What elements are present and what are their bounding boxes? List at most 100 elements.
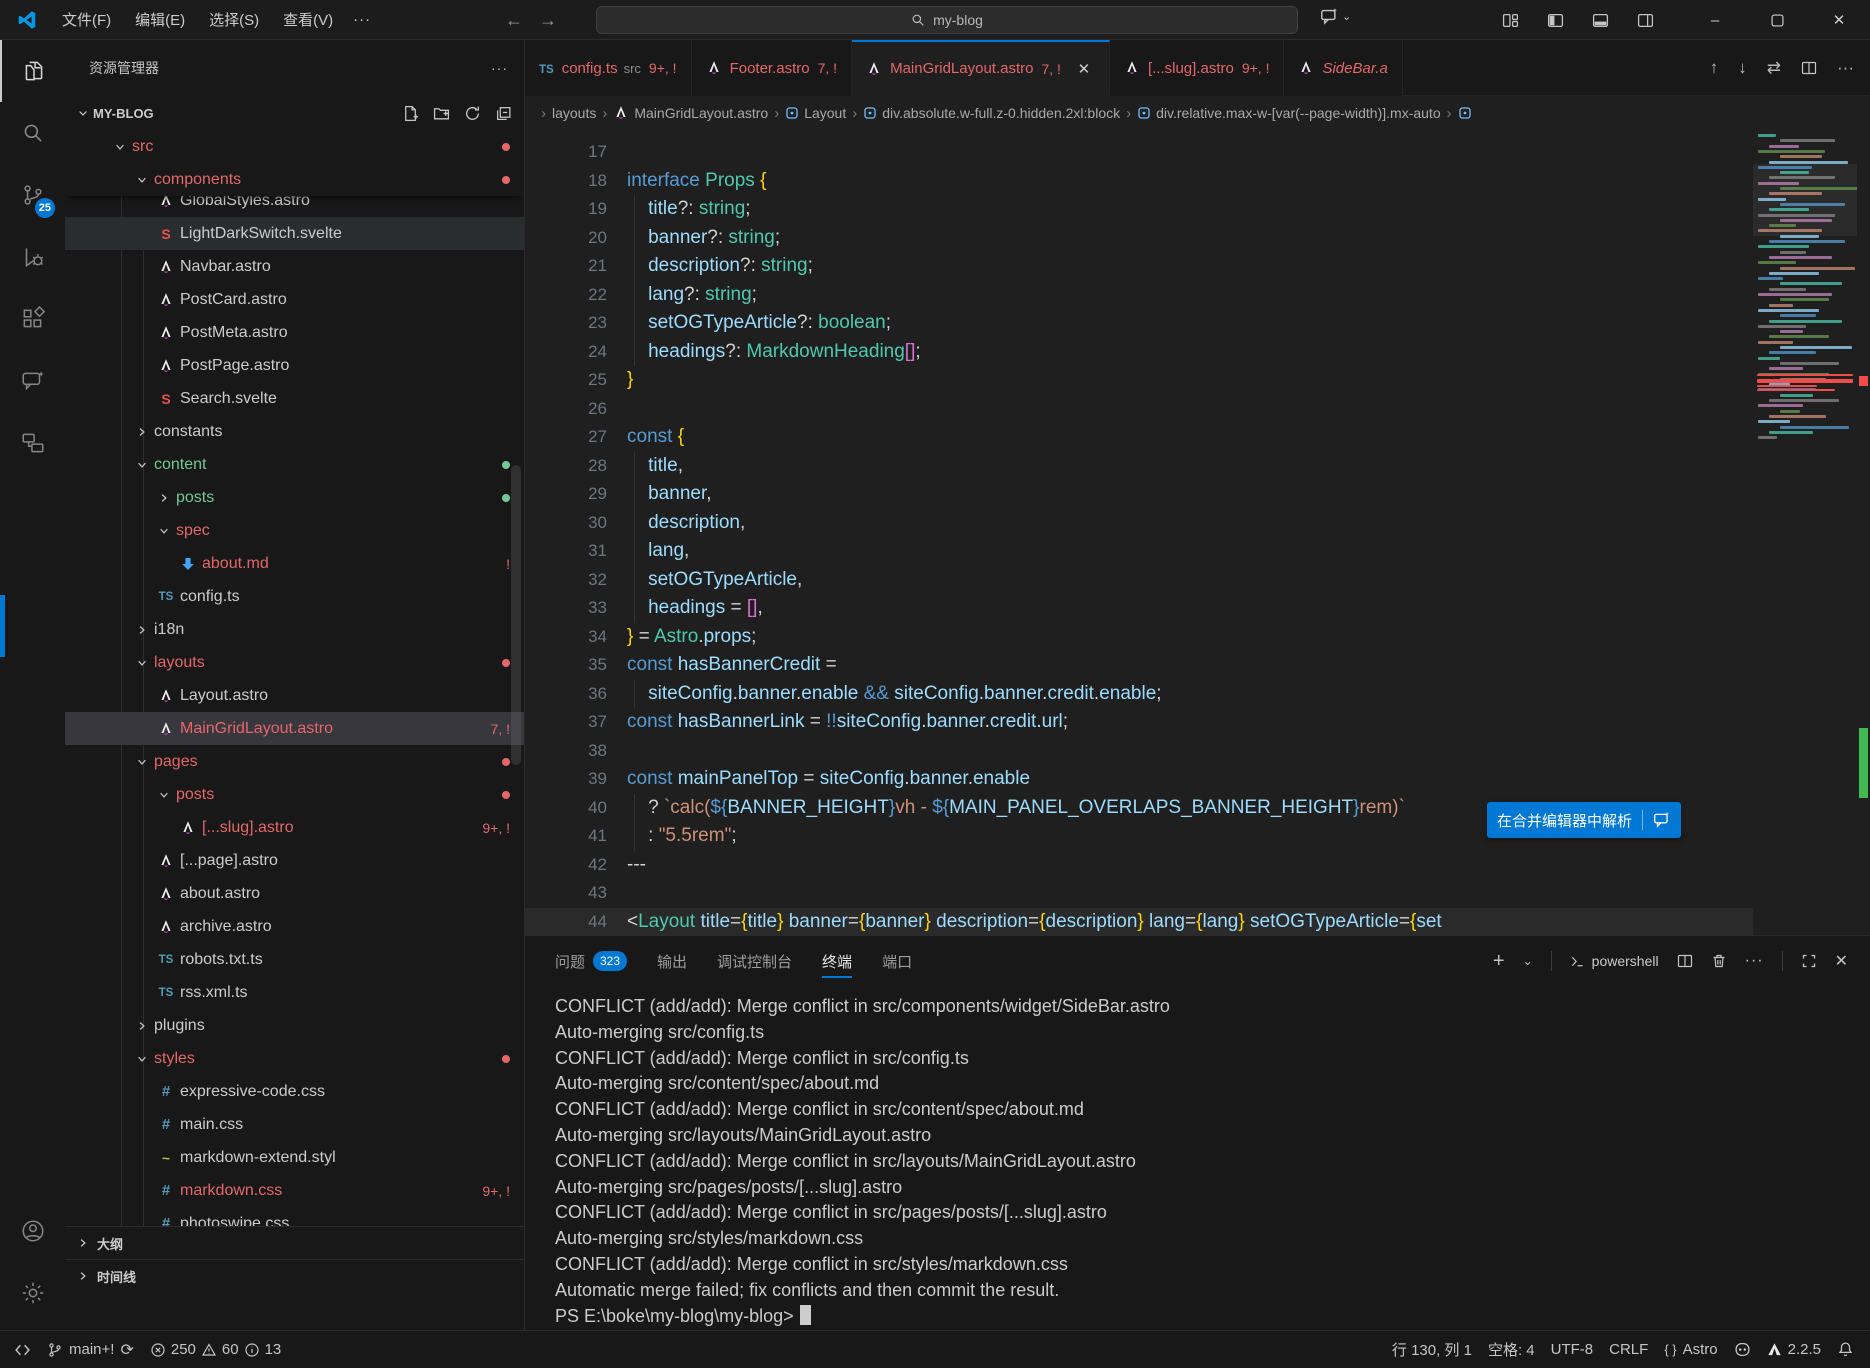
- more-actions-icon[interactable]: ···: [1837, 58, 1854, 78]
- eol-status[interactable]: CRLF: [1601, 1341, 1656, 1358]
- tree-item-spec[interactable]: spec: [65, 514, 524, 547]
- panel-tab-问题[interactable]: 问题323: [555, 936, 627, 986]
- new-terminal-icon[interactable]: +: [1493, 950, 1505, 973]
- sync-icon[interactable]: ⟳: [120, 1340, 133, 1360]
- prev-change-icon[interactable]: ↑: [1710, 58, 1719, 78]
- tree-item-plugins[interactable]: plugins: [65, 1009, 524, 1042]
- tree-item-robots-txt-ts[interactable]: TSrobots.txt.ts: [65, 943, 524, 976]
- tab--slug-astro[interactable]: [...slug].astro9+, !: [1110, 40, 1285, 96]
- panel-more-icon[interactable]: ···: [1745, 952, 1764, 970]
- breadcrumb-item[interactable]: [1458, 106, 1477, 120]
- toggle-secondary-sidebar-icon[interactable]: [1637, 12, 1654, 29]
- astro-version-status[interactable]: 2.2.5: [1759, 1341, 1829, 1358]
- minimize-button[interactable]: –: [1684, 0, 1746, 40]
- tree-item-postpage-astro[interactable]: PostPage.astro: [65, 349, 524, 382]
- code-editor[interactable]: 1718interface Props {19 title?: string;2…: [525, 130, 1870, 975]
- tree-item-config-ts[interactable]: TSconfig.ts: [65, 580, 524, 613]
- split-terminal-icon[interactable]: [1677, 953, 1693, 969]
- tree-item-postmeta-astro[interactable]: PostMeta.astro: [65, 316, 524, 349]
- customize-layout-icon[interactable]: [1502, 12, 1519, 29]
- tree-item-lightdarkswitch-svelte[interactable]: SLightDarkSwitch.svelte: [65, 217, 524, 250]
- tree-item-about-astro[interactable]: about.astro: [65, 877, 524, 910]
- new-folder-icon[interactable]: [433, 105, 450, 122]
- sidebar-section-大纲[interactable]: 大纲: [65, 1226, 524, 1259]
- breadcrumb-item[interactable]: div.relative.max-w-[var(--page-width)].m…: [1137, 105, 1440, 121]
- tab-sidebar-a[interactable]: SideBar.a: [1284, 40, 1402, 96]
- terminal-instance-item[interactable]: powershell: [1570, 953, 1659, 969]
- tree-item-posts[interactable]: posts: [65, 778, 524, 811]
- command-center-search[interactable]: my-blog: [596, 6, 1298, 34]
- split-editor-icon[interactable]: [1801, 60, 1817, 76]
- terminal-output[interactable]: CONFLICT (add/add): Merge conflict in sr…: [555, 994, 1850, 1330]
- language-mode[interactable]: { } Astro: [1656, 1341, 1725, 1358]
- copilot-menu[interactable]: ⌄: [1320, 7, 1351, 26]
- close-icon[interactable]: ✕: [1073, 58, 1095, 80]
- collapse-all-icon[interactable]: [495, 105, 512, 122]
- git-branch-status[interactable]: main+! ⟳: [39, 1340, 142, 1360]
- activity-extensions-icon[interactable]: [0, 288, 65, 350]
- new-file-icon[interactable]: [402, 105, 419, 122]
- tree-item-navbar-astro[interactable]: Navbar.astro: [65, 250, 524, 283]
- merge-copilot-icon[interactable]: [1653, 811, 1671, 829]
- menu-item[interactable]: 查看(V): [273, 5, 343, 34]
- tree-item-constants[interactable]: constants: [65, 415, 524, 448]
- tab-footer-astro[interactable]: Footer.astro7, !: [692, 40, 853, 96]
- tree-item-i18n[interactable]: i18n: [65, 613, 524, 646]
- menu-item[interactable]: 选择(S): [199, 5, 269, 34]
- panel-tab-输出[interactable]: 输出: [657, 936, 687, 986]
- account-icon[interactable]: [0, 1200, 65, 1262]
- tree-item-posts[interactable]: posts: [65, 481, 524, 514]
- kill-terminal-trash-icon[interactable]: [1711, 953, 1727, 969]
- activity-run-debug-icon[interactable]: [0, 226, 65, 288]
- toggle-primary-sidebar-icon[interactable]: [1547, 12, 1564, 29]
- refresh-icon[interactable]: [464, 105, 481, 122]
- indentation-status[interactable]: 空格: 4: [1480, 1339, 1543, 1360]
- tree-item--page-astro[interactable]: [...page].astro: [65, 844, 524, 877]
- tab-config-ts[interactable]: TSconfig.tssrc9+, !: [525, 40, 692, 96]
- sidebar-more-icon[interactable]: ···: [491, 60, 508, 76]
- breadcrumb-item[interactable]: div.absolute.w-full.z-0.hidden.2xl:block: [863, 105, 1120, 121]
- tree-item-archive-astro[interactable]: archive.astro: [65, 910, 524, 943]
- sidebar-section-时间线[interactable]: 时间线: [65, 1259, 524, 1292]
- sidebar-scrollbar[interactable]: [511, 465, 521, 765]
- activity-remote-explorer-icon[interactable]: [0, 412, 65, 474]
- tree-item-src[interactable]: src: [65, 130, 524, 163]
- minimap[interactable]: [1753, 130, 1857, 975]
- tab-maingridlayout-astro[interactable]: MainGridLayout.astro7, !✕: [852, 40, 1110, 96]
- next-change-icon[interactable]: ↓: [1738, 58, 1747, 78]
- menu-more[interactable]: ···: [343, 7, 381, 32]
- menu-item[interactable]: 编辑(E): [125, 5, 195, 34]
- encoding-status[interactable]: UTF-8: [1543, 1341, 1602, 1358]
- maximize-panel-icon[interactable]: [1801, 953, 1817, 969]
- forward-arrow-icon[interactable]: →: [539, 10, 557, 31]
- breadcrumb[interactable]: ›layouts›MainGridLayout.astro›Layout›div…: [525, 96, 1870, 130]
- menu-item[interactable]: 文件(F): [52, 5, 121, 34]
- tree-item-layouts[interactable]: layouts: [65, 646, 524, 679]
- activity-explorer-icon[interactable]: [0, 40, 65, 102]
- close-panel-icon[interactable]: ✕: [1835, 951, 1848, 971]
- remote-indicator[interactable]: [6, 1341, 39, 1358]
- terminal-dropdown-icon[interactable]: ⌄: [1523, 954, 1533, 968]
- tree-item-postcard-astro[interactable]: PostCard.astro: [65, 283, 524, 316]
- open-changes-icon[interactable]: ⇄: [1767, 58, 1781, 78]
- tree-item-content[interactable]: content: [65, 448, 524, 481]
- breadcrumb-item[interactable]: Layout: [785, 105, 846, 121]
- tree-item-main-css[interactable]: #main.css: [65, 1108, 524, 1141]
- tree-item--slug-astro[interactable]: [...slug].astro9+, !: [65, 811, 524, 844]
- panel-tab-终端[interactable]: 终端: [822, 936, 852, 986]
- tree-item-pages[interactable]: pages: [65, 745, 524, 778]
- tree-item-photoswipe-css[interactable]: #photoswipe.css: [65, 1207, 524, 1226]
- settings-gear-icon[interactable]: [0, 1262, 65, 1324]
- problems-status[interactable]: 250 60 13: [142, 1341, 289, 1358]
- tree-item-styles[interactable]: styles: [65, 1042, 524, 1075]
- panel-tab-端口[interactable]: 端口: [882, 936, 912, 986]
- breadcrumb-item[interactable]: MainGridLayout.astro: [613, 105, 768, 121]
- tree-item-components[interactable]: components: [65, 163, 524, 196]
- tree-item-markdown-extend-styl[interactable]: ~markdown-extend.styl: [65, 1141, 524, 1174]
- toggle-panel-icon[interactable]: [1592, 12, 1609, 29]
- tree-item-about-md[interactable]: about.md!: [65, 547, 524, 580]
- activity-source-control-icon[interactable]: 25: [0, 164, 65, 226]
- tree-item-layout-astro[interactable]: Layout.astro: [65, 679, 524, 712]
- activity-search-icon[interactable]: [0, 102, 65, 164]
- breadcrumb-item[interactable]: layouts: [552, 105, 596, 121]
